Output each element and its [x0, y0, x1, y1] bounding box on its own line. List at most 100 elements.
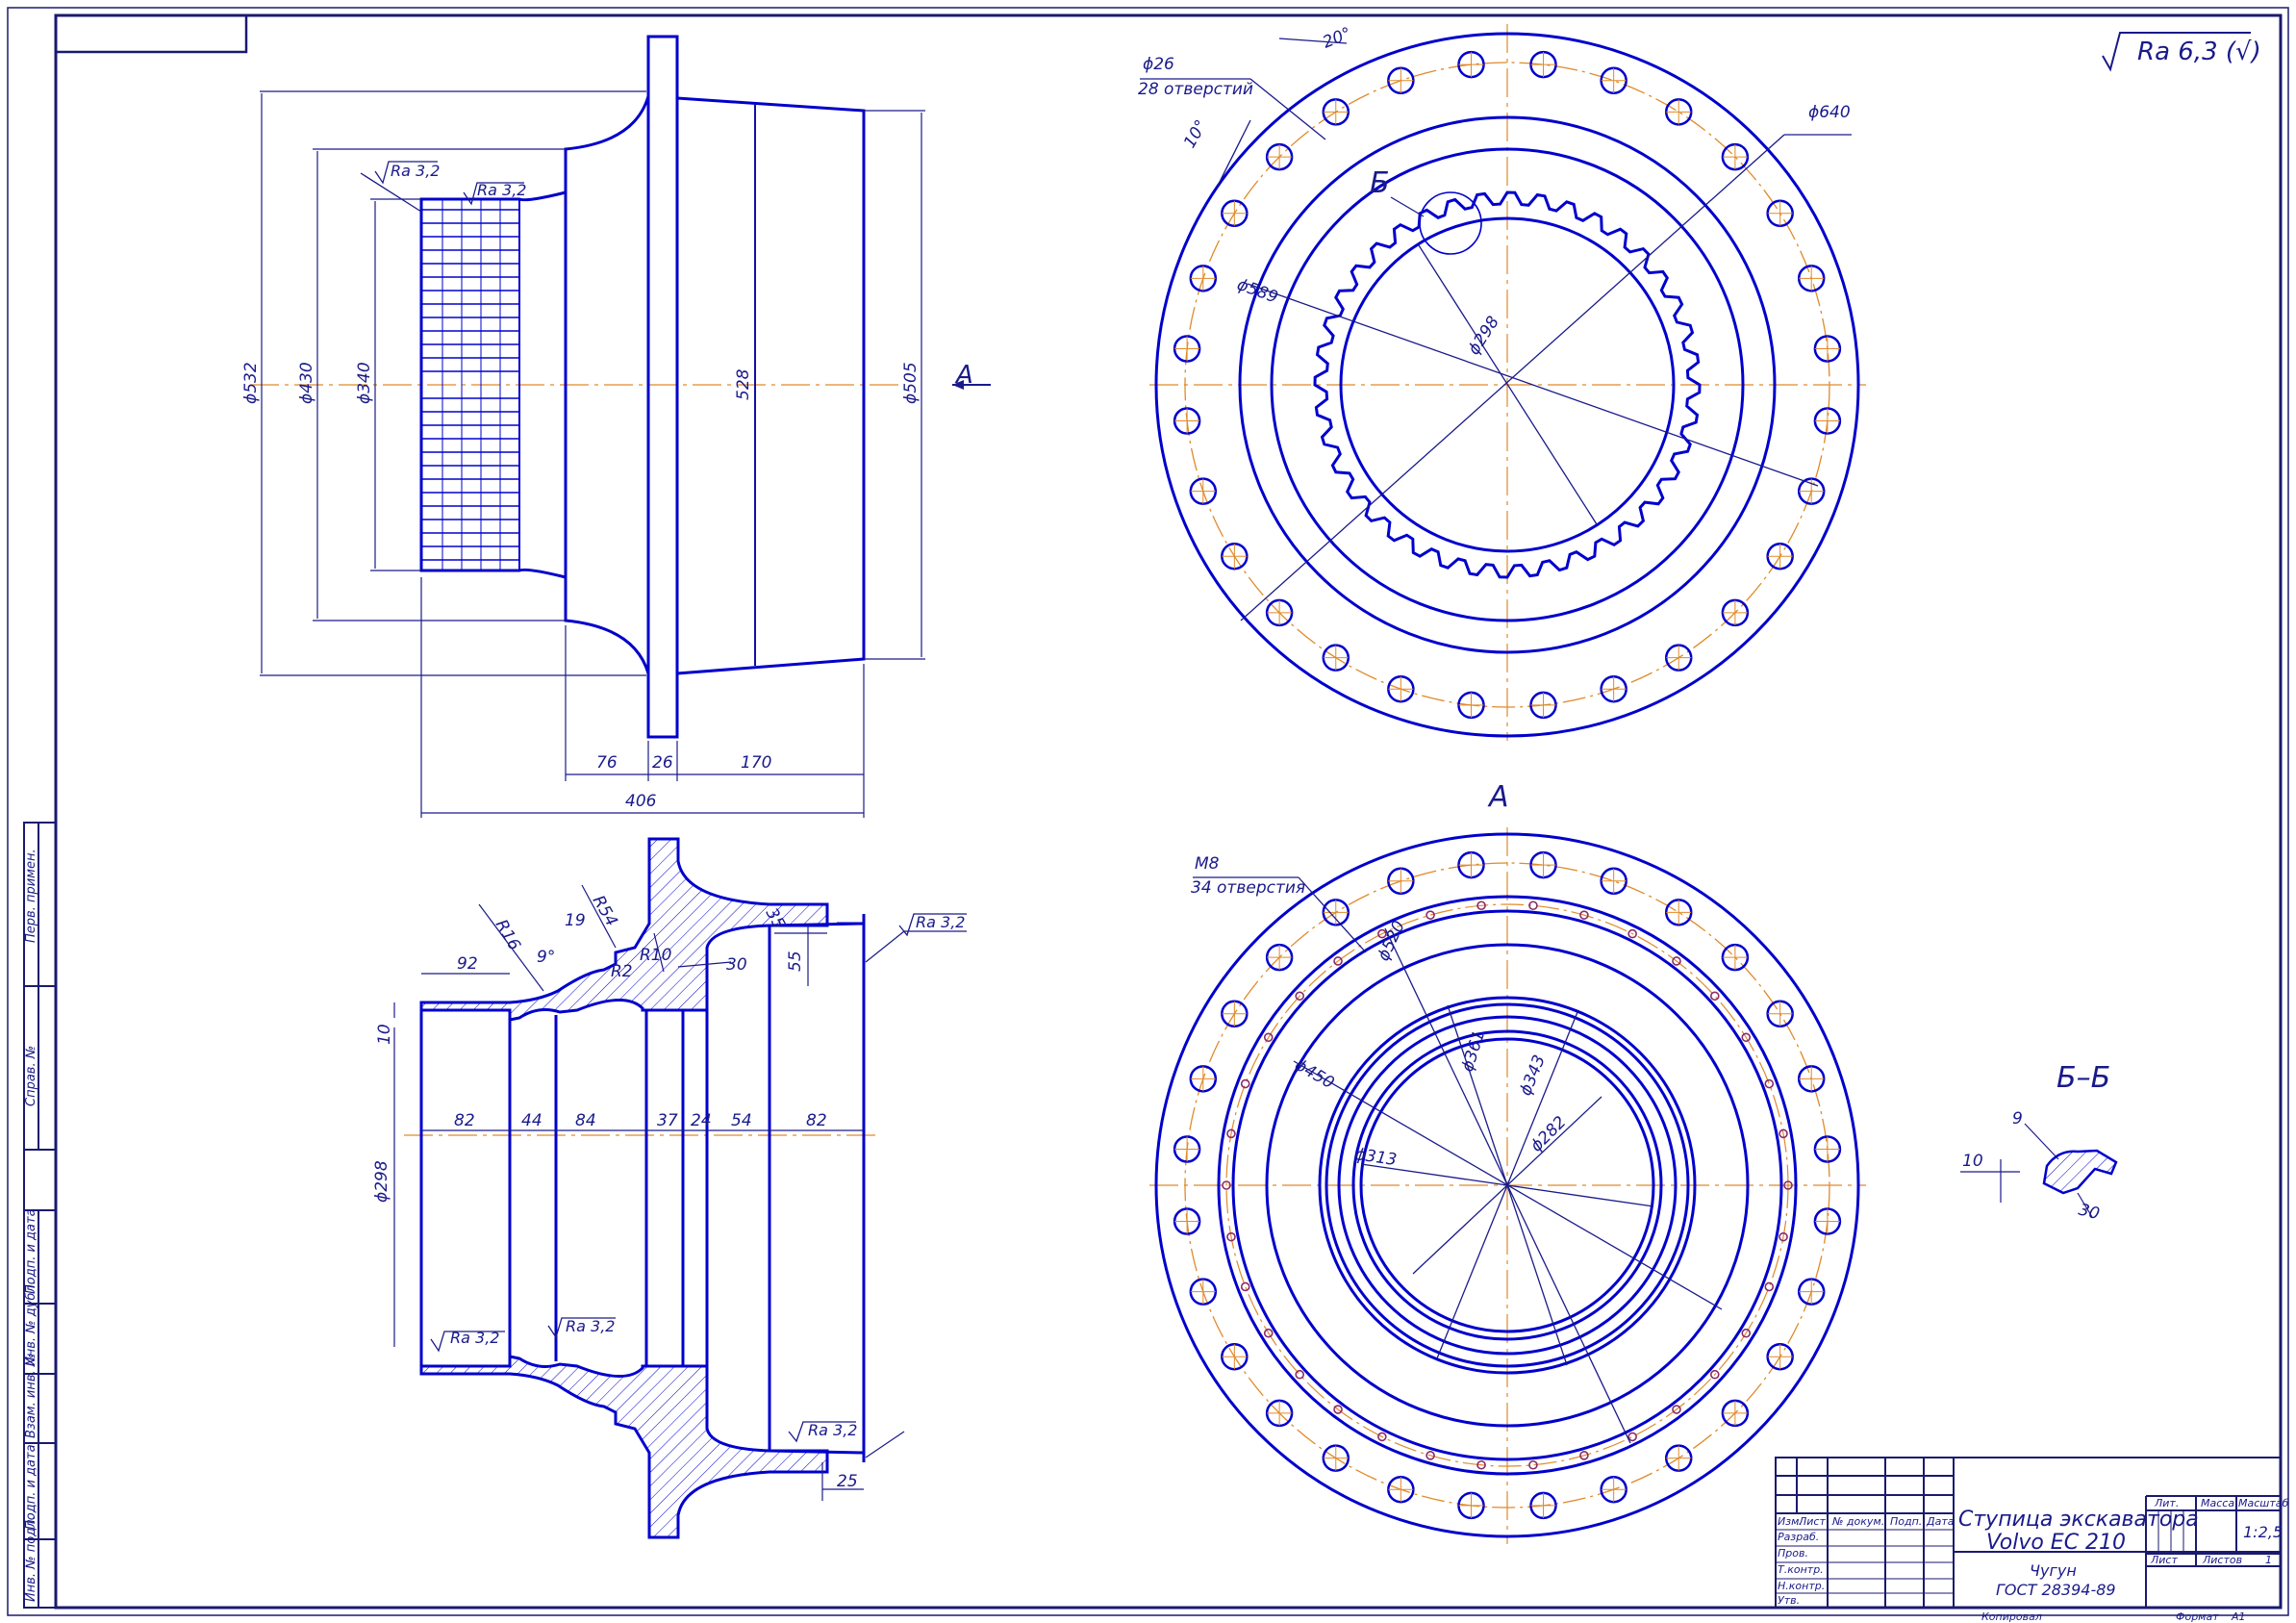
svg-text:A: A: [954, 361, 973, 390]
tb-format: Формат: [2176, 1610, 2219, 1623]
dim-25: 25: [837, 1472, 858, 1491]
stamp-label-vzam: Взам. инв. №: [24, 1354, 38, 1438]
dim-10: 10: [375, 1024, 394, 1045]
tb-title-line2: Volvo EC 210: [1986, 1531, 2126, 1555]
m8-hole: [1426, 910, 1435, 920]
tb-row-utv: Утв.: [1778, 1594, 1800, 1607]
side-stamp-labels: Перв. примен. Справ. № Подп. и дата Инв.…: [24, 849, 38, 1602]
dim-82b: 82: [806, 1111, 827, 1130]
bb-dim-9: 9: [2012, 1109, 2023, 1128]
tb-row-prov: Пров.: [1778, 1547, 1808, 1560]
holes-note-d26: ϕ26: [1143, 55, 1174, 74]
section-view: R16 R54 19 9° R2 R10 30 55 35 92 10 ϕ298…: [372, 837, 967, 1539]
dim-d532: ϕ532: [241, 362, 261, 404]
general-roughness-text: Ra 6,3 (√): [2137, 38, 2261, 66]
tb-title-line1: Ступица экскаватора: [1958, 1508, 2199, 1532]
stamp-label-dubl: Инв. № дубл.: [24, 1281, 38, 1366]
dim-37: 37: [657, 1111, 678, 1130]
tb-col-podp: Подп.: [1890, 1515, 1922, 1528]
tb-scale: Масштаб: [2238, 1497, 2288, 1509]
dim-55: 55: [786, 951, 805, 972]
view-a-label: A: [1487, 780, 1509, 814]
tb-row-tkontr: Т.контр.: [1778, 1563, 1824, 1576]
m8-hole: [1240, 1078, 1250, 1089]
m8-hole: [1295, 1369, 1305, 1380]
tb-col-list: Лист: [1798, 1515, 1826, 1528]
bb-dim-10: 10: [1962, 1152, 1983, 1171]
tb-sheet: Лист: [2150, 1554, 2178, 1566]
technical-drawing: Перв. примен. Справ. № Подп. и дата Инв.…: [7, 7, 2289, 1623]
dim-d340: ϕ340: [355, 362, 374, 404]
dim-d298-front: ϕ298: [1464, 313, 1503, 359]
section-roughness-4: Ra 3,2: [808, 1421, 857, 1439]
tb-row-razrab: Разраб.: [1778, 1531, 1819, 1543]
detail-b-label: Б: [1370, 166, 1390, 200]
tb-scale-value: 1:2,5: [2243, 1523, 2283, 1541]
dim-d298: ϕ298: [372, 1160, 391, 1203]
tb-lit: Лит.: [2154, 1497, 2179, 1509]
view-a: M8 34 отверстия ϕ520 ϕ450 ϕ361 ϕ343 ϕ313…: [1149, 827, 1866, 1544]
tb-material-line2: ГОСТ 28394-89: [1996, 1581, 2116, 1599]
dim-170: 170: [741, 753, 771, 773]
tb-mass: Масса: [2201, 1497, 2234, 1509]
dim-9deg: 9°: [537, 948, 555, 967]
stamp-label-podl: Инв. № подл.: [24, 1515, 38, 1602]
bb-dim-30: 30: [2077, 1201, 2102, 1225]
title-block-text: Изм. Лист № докум. Подп. Дата Разраб. Пр…: [1778, 1497, 2288, 1623]
dim-d313: ϕ313: [1353, 1145, 1398, 1170]
dim-r54: R54: [589, 893, 621, 930]
side-roughness-2: Ra 3,2: [477, 181, 526, 199]
dim-54: 54: [731, 1111, 752, 1130]
dim-24: 24: [691, 1111, 712, 1130]
tb-row-nkontr: Н.контр.: [1778, 1580, 1825, 1592]
dim-d589: ϕ589: [1234, 275, 1280, 308]
section-roughness-1: Ra 3,2: [450, 1329, 499, 1347]
dim-d361: ϕ361: [1458, 1028, 1490, 1075]
side-view: ϕ532 ϕ430 ϕ340 528 ϕ505 76 26 170 406 Ra…: [241, 35, 991, 818]
dim-d640: ϕ640: [1808, 103, 1851, 122]
section-arrow-a: A: [952, 361, 991, 390]
section-roughness-2: Ra 3,2: [566, 1317, 615, 1335]
tb-sheets-value: 1: [2265, 1554, 2272, 1566]
drawing-frame: [7, 7, 2289, 1616]
tb-copied: Копировал: [1981, 1610, 2042, 1623]
general-roughness: Ra 6,3 (√): [2102, 32, 2261, 72]
angle-20: 20°: [1320, 24, 1353, 53]
section-bb-label: Б–Б: [2056, 1061, 2110, 1095]
m8-hole: [1240, 1281, 1250, 1292]
section-roughness-3: Ra 3,2: [916, 913, 965, 931]
dim-92: 92: [457, 954, 478, 974]
m8-note-2: 34 отверстия: [1191, 878, 1305, 898]
stamp-label-perv: Перв. примен.: [24, 849, 38, 943]
tb-sheets: Листов: [2202, 1554, 2242, 1566]
holes-note-28: 28 отверстий: [1138, 80, 1253, 99]
m8-hole: [1764, 1078, 1775, 1089]
angle-10: 10°: [1180, 116, 1211, 151]
dim-84: 84: [575, 1111, 596, 1130]
m8-hole: [1627, 1432, 1637, 1442]
stamp-label-sprav: Справ. №: [24, 1046, 38, 1106]
dim-26: 26: [652, 753, 673, 773]
dim-d282: ϕ282: [1526, 1113, 1570, 1156]
dim-d520: ϕ520: [1374, 918, 1409, 964]
dim-82a: 82: [454, 1111, 475, 1130]
dim-19: 19: [565, 911, 586, 930]
front-view: Б ϕ26 28 отверстий 20° 10° ϕ640 ϕ589 ϕ29…: [1138, 24, 1866, 814]
dim-d343: ϕ343: [1516, 1052, 1550, 1099]
tb-material-line1: Чугун: [2030, 1561, 2077, 1580]
dim-44: 44: [521, 1111, 542, 1130]
dim-d505: ϕ505: [901, 362, 921, 404]
m8-hole: [1764, 1281, 1775, 1292]
dim-406: 406: [625, 792, 657, 811]
side-roughness-1: Ra 3,2: [391, 162, 440, 180]
dim-76: 76: [596, 753, 618, 773]
tb-col-doc: № докум.: [1831, 1515, 1884, 1528]
dim-30: 30: [726, 955, 747, 975]
dim-d450: ϕ450: [1292, 1055, 1338, 1093]
dim-r10: R10: [640, 946, 671, 965]
m8-note-1: M8: [1195, 854, 1220, 874]
tb-format-value: А1: [2231, 1610, 2246, 1623]
dim-r16: R16: [492, 917, 524, 954]
dim-d430: ϕ430: [297, 362, 316, 404]
dim-r2: R2: [611, 962, 633, 981]
